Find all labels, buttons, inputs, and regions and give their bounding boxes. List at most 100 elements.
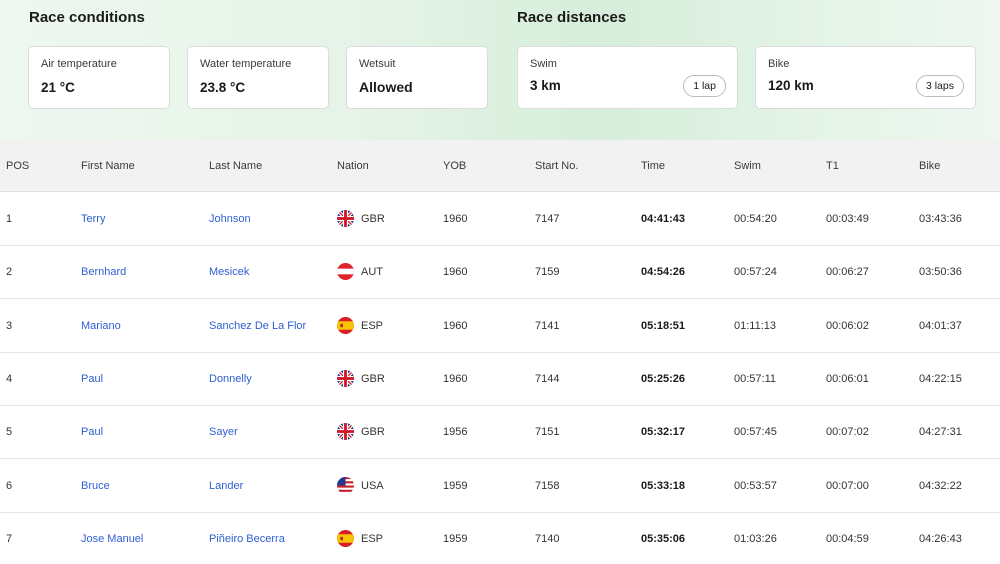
total-time-cell: 04:54:26: [641, 266, 686, 279]
total-time-cell: 05:35:06: [641, 532, 686, 545]
first-name-link[interactable]: Mariano: [81, 320, 121, 332]
yob-cell: 1960: [443, 213, 468, 225]
last-name-link[interactable]: Lander: [209, 480, 243, 492]
usa-flag-icon: [337, 476, 354, 494]
swim-time-cell: 00:53:57: [734, 479, 777, 492]
card-label: Wetsuit: [359, 58, 396, 70]
wetsuit-card: Wetsuit Allowed: [346, 46, 488, 109]
first-name-link[interactable]: Bernhard: [81, 266, 126, 278]
bike-time-cell: 04:27:31: [919, 426, 962, 439]
header-time: Time: [641, 160, 666, 172]
t1-time-cell: 00:06:01: [826, 372, 869, 385]
total-time-cell: 05:32:17: [641, 426, 686, 439]
card-label: Bike: [768, 58, 790, 70]
header-yob: YOB: [443, 160, 467, 172]
card-label: Swim: [530, 58, 557, 70]
laps-badge: 3 laps: [915, 75, 964, 97]
race-conditions-title: Race conditions: [29, 9, 145, 26]
card-value: 21 °C: [41, 80, 75, 95]
table-row[interactable]: 6 Bruce Lander USA 1959 7158 05:33:18 00:53:57 0…: [0, 459, 1000, 513]
yob-cell: 1960: [443, 266, 468, 279]
last-name-link[interactable]: Piñeiro Becerra: [209, 533, 285, 545]
pos-cell: 7: [6, 532, 13, 545]
first-name-link[interactable]: Jose Manuel: [81, 533, 143, 545]
table-row[interactable]: 3 Mariano Sanchez De La Flor ESP 1960 7141 05:…: [0, 299, 1000, 353]
nation-code: GBR: [361, 213, 385, 225]
card-value: 3 km: [530, 78, 561, 93]
bike-distance-card: Bike 120 km 3 laps: [755, 46, 976, 109]
first-name-link[interactable]: Terry: [81, 213, 105, 225]
table-row[interactable]: 4 Paul Donnelly GBR 1960 7144 05:25:26 00:57:11…: [0, 352, 1000, 406]
table-row[interactable]: 7 Jose Manuel Piñeiro Becerra ESP 1959 7140 05…: [0, 512, 1000, 564]
aut-flag-icon: [337, 263, 354, 281]
bike-time-cell: 04:01:37: [919, 319, 962, 332]
header-nation: Nation: [337, 160, 369, 172]
swim-time-cell: 01:03:26: [734, 532, 777, 545]
swim-time-cell: 00:57:24: [734, 266, 777, 279]
pos-cell: 1: [6, 213, 13, 225]
pos-cell: 4: [6, 372, 13, 385]
pos-cell: 3: [6, 319, 13, 332]
last-name-link[interactable]: Donnelly: [209, 373, 252, 385]
start-no-cell: 7151: [535, 426, 560, 439]
t1-time-cell: 00:06:27: [826, 266, 869, 279]
first-name-link[interactable]: Bruce: [81, 480, 110, 492]
pos-cell: 2: [6, 266, 13, 279]
nation-code: ESP: [361, 319, 384, 332]
t1-time-cell: 00:07:02: [826, 426, 869, 439]
header-pos: POS: [6, 160, 30, 172]
bike-time-cell: 04:32:22: [919, 479, 962, 492]
card-value: 120 km: [768, 78, 814, 93]
bike-time-cell: 03:43:36: [919, 213, 962, 225]
yob-cell: 1960: [443, 319, 468, 332]
race-distances-title: Race distances: [517, 9, 627, 26]
table-row[interactable]: 5 Paul Sayer GBR 1956 7151 05:32:17 00:57:45 00:…: [0, 406, 1000, 460]
last-name-link[interactable]: Sanchez De La Flor: [209, 320, 306, 332]
header-bike: Bike: [919, 160, 941, 172]
nation-code: USA: [361, 479, 384, 492]
table-row[interactable]: 1 Terry Johnson GBR 1960 7147 04:41:43 00:54:20…: [0, 193, 1000, 246]
first-name-link[interactable]: Paul: [81, 426, 103, 438]
header-last-name: Last Name: [209, 160, 263, 172]
start-no-cell: 7147: [535, 213, 560, 225]
bike-time-cell: 04:26:43: [919, 532, 962, 545]
gbr-flag-icon: [337, 423, 354, 441]
header-start-no: Start No.: [535, 160, 579, 172]
bike-time-cell: 04:22:15: [919, 372, 962, 385]
start-no-cell: 7159: [535, 266, 560, 279]
gbr-flag-icon: [337, 210, 354, 227]
total-time-cell: 05:25:26: [641, 372, 686, 385]
first-name-link[interactable]: Paul: [81, 373, 103, 385]
esp-flag-icon: [337, 529, 354, 547]
table-row[interactable]: 2 Bernhard Mesicek AUT 1960 7159 04:54:26 00:57…: [0, 246, 1000, 300]
bike-time-cell: 03:50:36: [919, 266, 962, 279]
yob-cell: 1959: [443, 532, 468, 545]
swim-time-cell: 00:57:45: [734, 426, 777, 439]
race-info-banner: Race conditions Race distances Air tempe…: [0, 0, 1000, 140]
card-value: Allowed: [359, 79, 413, 95]
last-name-link[interactable]: Johnson: [209, 213, 251, 225]
laps-badge: 1 lap: [683, 75, 726, 97]
swim-time-cell: 00:57:11: [734, 372, 777, 385]
nation-code: GBR: [361, 372, 385, 385]
nation-code: AUT: [361, 266, 383, 279]
start-no-cell: 7141: [535, 319, 560, 332]
swim-time-cell: 01:11:13: [734, 319, 777, 332]
swim-time-cell: 00:54:20: [734, 213, 777, 225]
last-name-link[interactable]: Mesicek: [209, 266, 249, 278]
card-value: 23.8 °C: [200, 80, 246, 95]
header-first-name: First Name: [81, 160, 135, 172]
t1-time-cell: 00:03:49: [826, 213, 869, 225]
last-name-link[interactable]: Sayer: [209, 426, 238, 438]
air-temperature-card: Air temperature 21 °C: [28, 46, 170, 109]
start-no-cell: 7140: [535, 532, 560, 545]
esp-flag-icon: [337, 316, 354, 334]
yob-cell: 1959: [443, 479, 468, 492]
total-time-cell: 05:18:51: [641, 319, 686, 332]
nation-code: ESP: [361, 532, 384, 545]
gbr-flag-icon: [337, 369, 354, 387]
yob-cell: 1960: [443, 372, 468, 385]
water-temperature-card: Water temperature 23.8 °C: [187, 46, 329, 109]
card-label: Water temperature: [200, 58, 292, 70]
yob-cell: 1956: [443, 426, 468, 439]
